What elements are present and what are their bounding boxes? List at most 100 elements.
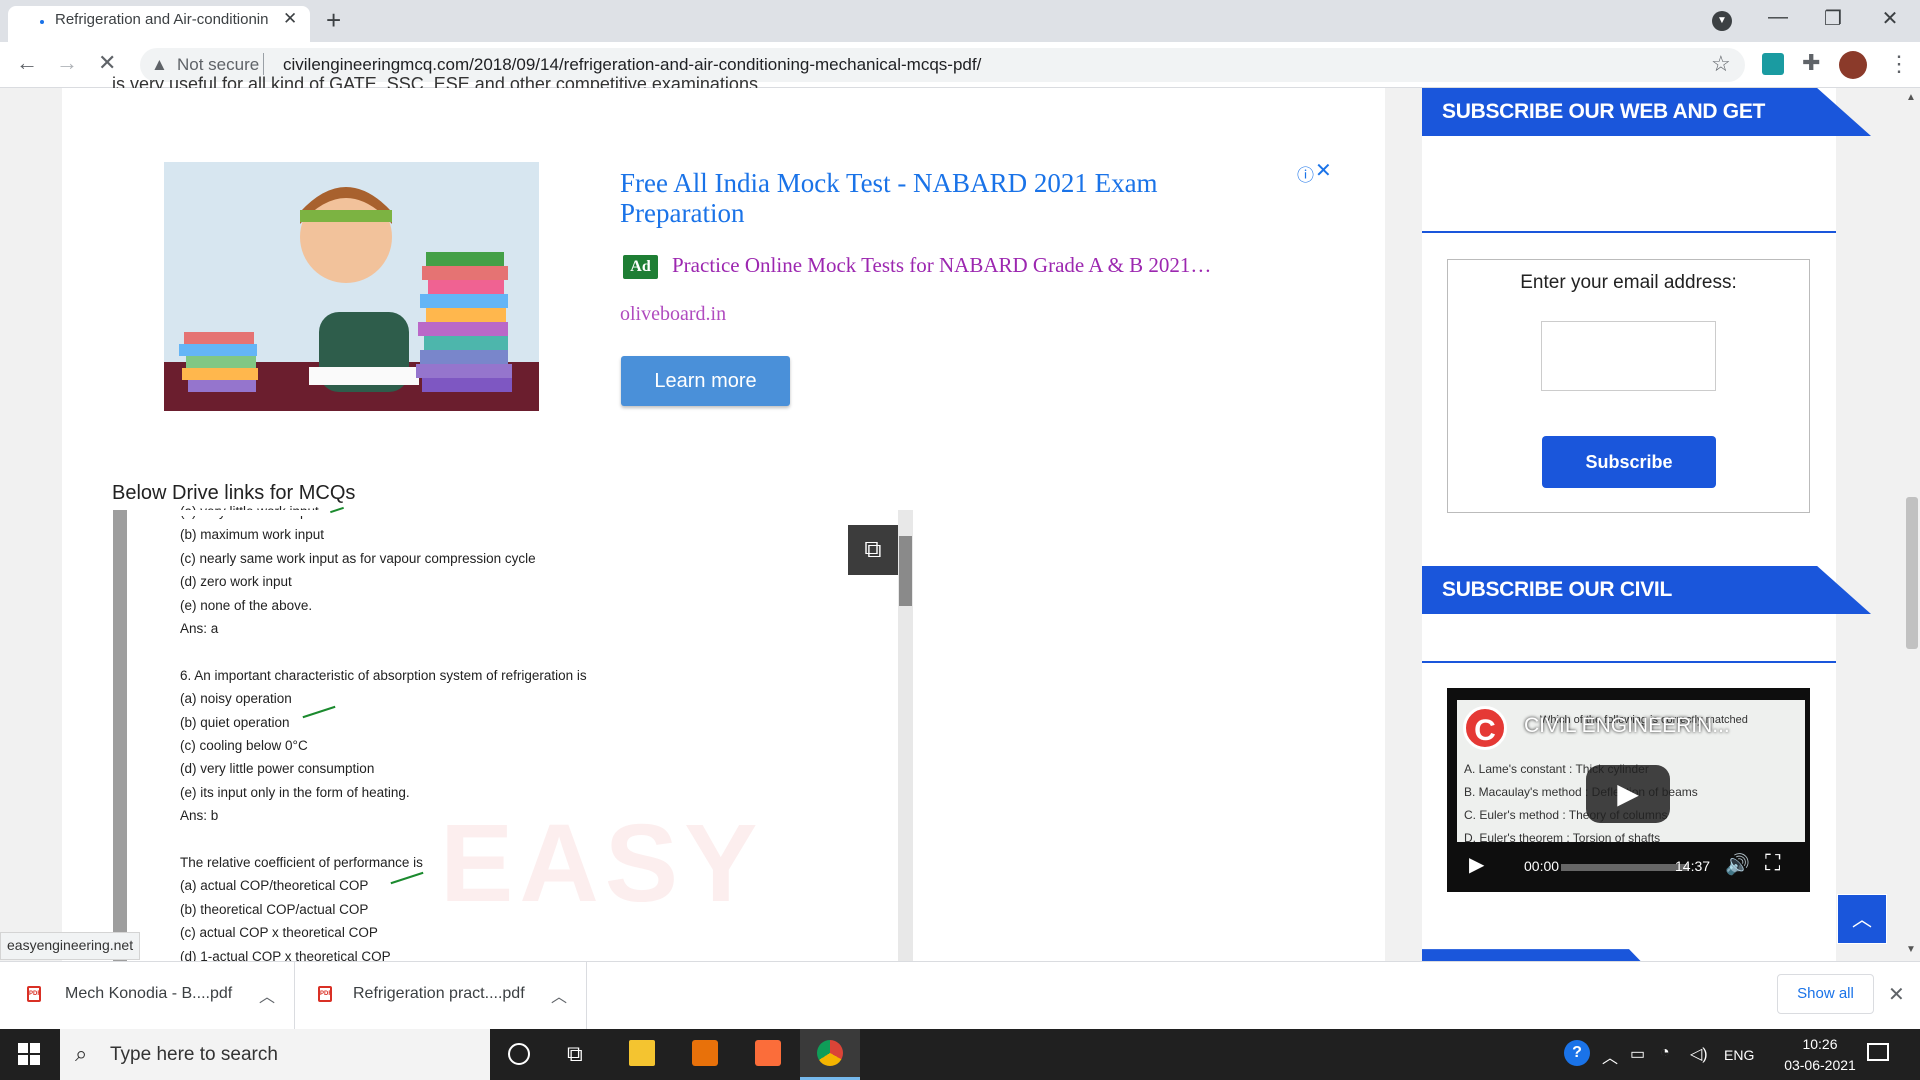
notifications-icon[interactable]	[1867, 1043, 1889, 1061]
mcq-line: (d) very little power consumption	[180, 761, 375, 776]
video-current-time: 00:00	[1524, 858, 1560, 874]
mcq-line: (b) theoretical COP/actual COP	[180, 902, 369, 917]
learn-more-button[interactable]: Learn more	[621, 356, 790, 406]
ad-domain-link[interactable]: oliveboard.in	[620, 303, 726, 326]
play-overlay-icon[interactable]: ▶	[1586, 765, 1670, 823]
channel-logo[interactable]: C	[1463, 706, 1507, 750]
ad-info-icon[interactable]: ⓘ	[1297, 161, 1314, 186]
play-icon[interactable]: ▶	[1469, 852, 1484, 877]
sublime-text-icon[interactable]	[692, 1040, 718, 1066]
status-bubble: easyengineering.net	[0, 932, 141, 960]
tab-title[interactable]: Refrigeration and Air-conditionin	[55, 11, 270, 28]
language-indicator[interactable]: ENG	[1724, 1047, 1754, 1063]
back-icon[interactable]: ←	[16, 50, 38, 76]
forward-icon[interactable]: →	[56, 50, 78, 76]
fullscreen-icon[interactable]: ⛶	[1765, 850, 1780, 876]
ad-description-link[interactable]: Practice Online Mock Tests for NABARD Gr…	[672, 253, 1211, 278]
mcq-line: (e) its input only in the form of heatin…	[180, 785, 410, 800]
volume-icon[interactable]: 🔊	[1725, 852, 1750, 877]
mcq-line: Ans: b	[180, 808, 219, 823]
ad-badge: Ad	[623, 255, 658, 279]
xampp-icon[interactable]	[755, 1040, 781, 1066]
mcq-line: (c) nearly same work input as for vapour…	[180, 551, 536, 566]
extensions-puzzle-icon[interactable]: ✚	[1802, 50, 1820, 76]
mcq-line: (b) maximum work input	[180, 527, 325, 542]
intro-clip	[62, 88, 1385, 98]
subscribe-web-banner: SUBSCRIBE OUR WEB AND GET	[1422, 88, 1871, 136]
mcq-line: (c) cooling below 0°C	[180, 738, 308, 753]
popout-icon[interactable]: ⧉	[848, 525, 898, 575]
network-icon[interactable]: ◔	[1660, 1044, 1670, 1062]
banner-underline	[1422, 661, 1836, 663]
chevron-up-icon[interactable]: ︿	[551, 983, 567, 1007]
taskbar-search-placeholder[interactable]: Type here to search	[110, 1044, 278, 1066]
clock-date[interactable]: 03-06-2021	[1778, 1057, 1862, 1073]
speaker-icon[interactable]: ◁)	[1690, 1044, 1708, 1064]
ad-title-link[interactable]: Free All India Mock Test - NABARD 2021 E…	[620, 168, 1230, 228]
file-explorer-icon[interactable]	[629, 1040, 655, 1066]
cortana-icon[interactable]	[508, 1043, 530, 1065]
extension-icon[interactable]	[1762, 53, 1784, 75]
stop-loading-icon[interactable]: ✕	[98, 50, 116, 76]
banner-underline	[1422, 231, 1836, 233]
viewer-top-clip	[113, 510, 913, 516]
student-reading-illustration	[164, 187, 539, 411]
clock-time[interactable]: 10:26	[1790, 1036, 1850, 1052]
url-separator	[263, 53, 264, 75]
url-text[interactable]: civilengineeringmcq.com/2018/09/14/refri…	[283, 55, 981, 75]
download-name[interactable]: Refrigeration pract....pdf	[353, 985, 525, 1003]
subscribe-button[interactable]: Subscribe	[1542, 436, 1716, 488]
tab-search-icon[interactable]: ▼	[1712, 11, 1732, 31]
downloads-close-icon[interactable]: ✕	[1888, 982, 1905, 1007]
video-title[interactable]: CIVIL ENGINEERIN...	[1524, 714, 1730, 738]
mcq-line: (b) quiet operation	[180, 715, 290, 730]
minimize-icon[interactable]: —	[1758, 6, 1798, 29]
window-close-icon[interactable]: ✕	[1870, 6, 1910, 31]
download-name[interactable]: Mech Konodia - B....pdf	[65, 985, 232, 1003]
loading-dot-icon	[40, 20, 44, 24]
new-tab-button[interactable]: +	[326, 5, 341, 36]
scroll-to-top-button[interactable]: ︿	[1837, 894, 1887, 944]
pdf-icon: PDF	[27, 986, 41, 1002]
viewer-scroll-thumb[interactable]	[899, 536, 912, 606]
mcq-line: Ans: a	[180, 621, 219, 636]
pdf-icon: PDF	[318, 986, 332, 1002]
tab-close-icon[interactable]: ✕	[283, 9, 297, 29]
battery-icon[interactable]: ▭	[1630, 1044, 1645, 1064]
scroll-down-arrow-icon[interactable]: ▼	[1906, 944, 1916, 955]
scroll-up-arrow-icon[interactable]: ▲	[1906, 92, 1916, 103]
ad-close-icon[interactable]: ✕	[1315, 158, 1332, 183]
viewer-left-border	[113, 510, 127, 961]
mcq-line: (a) actual COP/theoretical COP	[180, 878, 369, 893]
video-duration: 14:37	[1675, 858, 1711, 874]
search-icon: ⌕	[75, 1041, 88, 1066]
email-input[interactable]	[1541, 321, 1716, 391]
video-progress-track[interactable]	[1561, 864, 1689, 871]
chevron-up-icon[interactable]: ︿	[259, 983, 275, 1007]
warning-icon[interactable]: ▲	[151, 55, 168, 75]
security-label[interactable]: Not secure	[177, 55, 259, 75]
mcq-line: The relative coefficient of performance …	[180, 855, 423, 870]
mcq-line: 6. An important characteristic of absorp…	[180, 668, 587, 683]
help-icon[interactable]: ?	[1564, 1040, 1590, 1066]
ad-image[interactable]	[164, 162, 539, 411]
drive-links-heading: Below Drive links for MCQs	[112, 482, 356, 504]
restore-icon[interactable]: ❐	[1813, 6, 1853, 31]
subscribe-civil-banner: SUBSCRIBE OUR CIVIL	[1422, 566, 1871, 614]
mcq-line: (d) zero work input	[180, 574, 292, 589]
page-scroll-thumb[interactable]	[1906, 497, 1918, 649]
profile-avatar[interactable]	[1839, 51, 1867, 79]
chrome-icon[interactable]	[817, 1040, 843, 1066]
watermark-text: EASY	[440, 802, 764, 925]
bookmark-star-icon[interactable]: ☆	[1711, 51, 1731, 77]
mcq-line: (a) noisy operation	[180, 691, 292, 706]
email-label: Enter your email address:	[1520, 272, 1737, 293]
show-all-button[interactable]: Show all	[1777, 974, 1874, 1014]
mcq-line: (e) none of the above.	[180, 598, 313, 613]
task-view-icon[interactable]: ⧉	[567, 1041, 583, 1067]
windows-start-icon[interactable]	[18, 1043, 40, 1065]
browser-menu-icon[interactable]: ⋮	[1888, 51, 1910, 77]
show-hidden-icons-icon[interactable]: ︿	[1602, 1044, 1618, 1068]
video-line: D. Euler's theorem : Torsion of shafts	[1464, 831, 1661, 842]
mcq-line: (c) actual COP x theoretical COP	[180, 925, 378, 940]
